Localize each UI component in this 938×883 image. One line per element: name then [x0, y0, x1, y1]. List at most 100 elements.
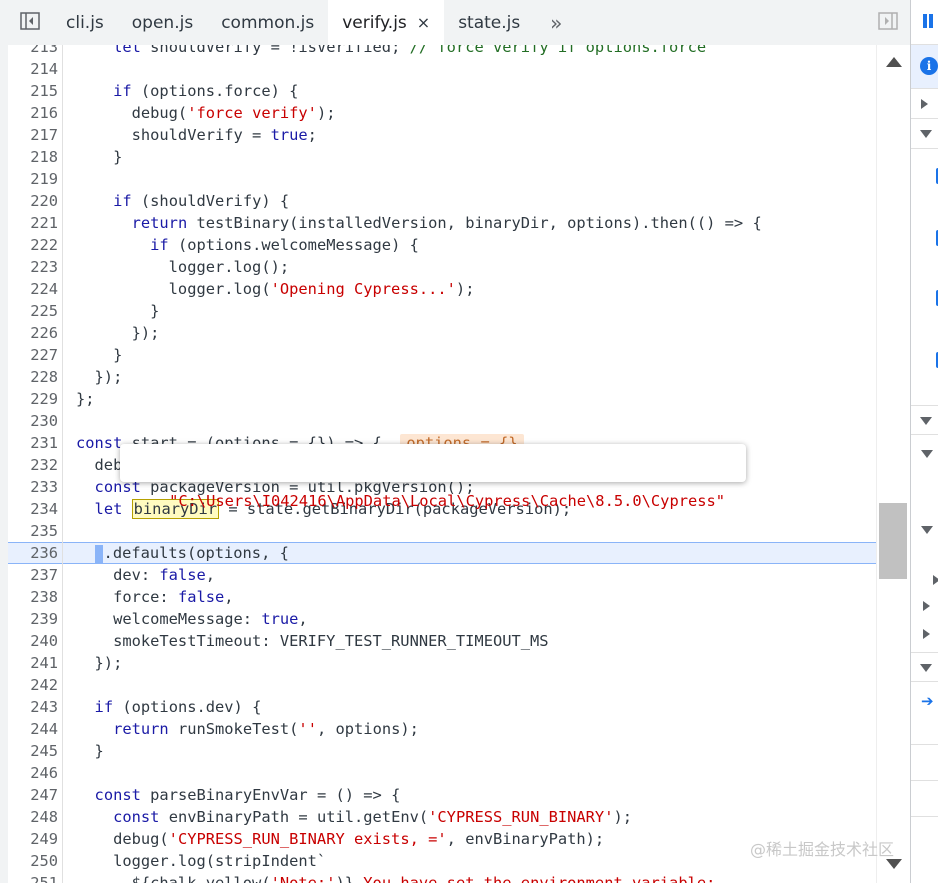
- tab-cli-js[interactable]: cli.js: [52, 0, 118, 45]
- code-line[interactable]: 251 ${chalk.yellow('Note:')} You have se…: [8, 872, 876, 883]
- line-code: };: [76, 390, 95, 408]
- line-number[interactable]: 250: [8, 850, 64, 872]
- code-line[interactable]: 243 if (options.dev) {: [8, 696, 876, 718]
- scroll-down-icon[interactable]: [886, 859, 902, 869]
- line-number[interactable]: 229: [8, 388, 64, 410]
- line-number[interactable]: 213: [8, 45, 64, 58]
- tab-state-js[interactable]: state.js: [444, 0, 534, 45]
- line-number[interactable]: 246: [8, 762, 64, 784]
- line-number[interactable]: 214: [8, 58, 64, 80]
- code-line[interactable]: 221 return testBinary(installedVersion, …: [8, 212, 876, 234]
- code-line[interactable]: 238 force: false,: [8, 586, 876, 608]
- code-line[interactable]: 230: [8, 410, 876, 432]
- line-code: logger.log();: [76, 258, 290, 276]
- watermark: @稀土掘金技术社区: [750, 840, 895, 859]
- line-number[interactable]: 234: [8, 498, 64, 520]
- section-header-scope[interactable]: [911, 405, 938, 435]
- scroll-thumb[interactable]: [879, 503, 907, 579]
- line-number[interactable]: 230: [8, 410, 64, 432]
- scroll-up-icon[interactable]: [886, 57, 902, 67]
- code-line[interactable]: 224 logger.log('Opening Cypress...');: [8, 278, 876, 300]
- line-number[interactable]: 217: [8, 124, 64, 146]
- tab-common-js[interactable]: common.js: [207, 0, 328, 45]
- code-line[interactable]: 214: [8, 58, 876, 80]
- line-number[interactable]: 222: [8, 234, 64, 256]
- line-number[interactable]: 245: [8, 740, 64, 762]
- navigator-toggle-button[interactable]: [8, 0, 52, 45]
- code-line[interactable]: 240 smokeTestTimeout: VERIFY_TEST_RUNNER…: [8, 630, 876, 652]
- line-number[interactable]: 216: [8, 102, 64, 124]
- code-line[interactable]: 247 const parseBinaryEnvVar = () => {: [8, 784, 876, 806]
- line-number[interactable]: 251: [8, 872, 64, 883]
- callstack-frame[interactable]: [911, 715, 938, 745]
- line-number[interactable]: 225: [8, 300, 64, 322]
- code-line[interactable]: 213 let shouldVerify = !isVerified; // f…: [8, 45, 876, 58]
- section-header-callstack[interactable]: [911, 652, 938, 682]
- line-number[interactable]: 219: [8, 168, 64, 190]
- line-number[interactable]: 233: [8, 476, 64, 498]
- line-number[interactable]: 241: [8, 652, 64, 674]
- code-line[interactable]: 218 }: [8, 146, 876, 168]
- editor-scrollbar[interactable]: [876, 45, 911, 883]
- chevron-down-icon: [921, 526, 933, 534]
- code-line[interactable]: 222 if (options.welcomeMessage) {: [8, 234, 876, 256]
- code-line[interactable]: 242: [8, 674, 876, 696]
- line-number[interactable]: 218: [8, 146, 64, 168]
- code-line[interactable]: 241 });: [8, 652, 876, 674]
- debugger-sidebar: i ➔: [910, 0, 938, 883]
- tab-open-js[interactable]: open.js: [118, 0, 207, 45]
- code-line[interactable]: 249 debug('CYPRESS_RUN_BINARY exists, ='…: [8, 828, 876, 850]
- section-header-threads[interactable]: [911, 89, 938, 119]
- line-number[interactable]: 239: [8, 608, 64, 630]
- chevron-down-icon: [920, 664, 932, 672]
- close-icon[interactable]: ×: [417, 13, 430, 32]
- code-line[interactable]: 250 logger.log(stripIndent`: [8, 850, 876, 872]
- pause-icon[interactable]: [923, 14, 927, 28]
- line-number[interactable]: 223: [8, 256, 64, 278]
- debugger-toggle-button[interactable]: [866, 0, 910, 45]
- code-line[interactable]: 225 }: [8, 300, 876, 322]
- callstack-frame[interactable]: [911, 745, 938, 781]
- code-line[interactable]: 226 });: [8, 322, 876, 344]
- code-line[interactable]: 227 }: [8, 344, 876, 366]
- section-header-watch[interactable]: [911, 119, 938, 149]
- line-number[interactable]: 238: [8, 586, 64, 608]
- code-line[interactable]: 237 dev: false,: [8, 564, 876, 586]
- tab-verify-js[interactable]: verify.js ×: [328, 0, 445, 45]
- line-number[interactable]: 227: [8, 344, 64, 366]
- more-tabs-button[interactable]: »: [534, 0, 578, 45]
- line-number[interactable]: 244: [8, 718, 64, 740]
- code-line[interactable]: 246: [8, 762, 876, 784]
- code-line[interactable]: 220 if (shouldVerify) {: [8, 190, 876, 212]
- line-code: shouldVerify = true;: [76, 126, 317, 144]
- code-line[interactable]: 248 const envBinaryPath = util.getEnv('C…: [8, 806, 876, 828]
- line-number[interactable]: 242: [8, 674, 64, 696]
- line-number[interactable]: 240: [8, 630, 64, 652]
- code-line[interactable]: 245 }: [8, 740, 876, 762]
- callstack-frame[interactable]: [911, 781, 938, 817]
- code-line[interactable]: 239 welcomeMessage: true,: [8, 608, 876, 630]
- line-number[interactable]: 236: [8, 543, 64, 563]
- line-number[interactable]: 249: [8, 828, 64, 850]
- line-number[interactable]: 235: [8, 520, 64, 542]
- code-line[interactable]: 223 logger.log();: [8, 256, 876, 278]
- line-number[interactable]: 215: [8, 80, 64, 102]
- code-line[interactable]: 219: [8, 168, 876, 190]
- line-number[interactable]: 220: [8, 190, 64, 212]
- code-line[interactable]: 215 if (options.force) {: [8, 80, 876, 102]
- code-line[interactable]: 216 debug('force verify');: [8, 102, 876, 124]
- code-line[interactable]: 229};: [8, 388, 876, 410]
- line-number[interactable]: 248: [8, 806, 64, 828]
- line-number[interactable]: 226: [8, 322, 64, 344]
- line-number[interactable]: 243: [8, 696, 64, 718]
- code-line[interactable]: 228 });: [8, 366, 876, 388]
- code-line[interactable]: 217 shouldVerify = true;: [8, 124, 876, 146]
- line-number[interactable]: 247: [8, 784, 64, 806]
- line-number[interactable]: 228: [8, 366, 64, 388]
- code-line[interactable]: 244 return runSmokeTest('', options);: [8, 718, 876, 740]
- line-number[interactable]: 231: [8, 432, 64, 454]
- line-number[interactable]: 232: [8, 454, 64, 476]
- line-number[interactable]: 224: [8, 278, 64, 300]
- line-number[interactable]: 237: [8, 564, 64, 586]
- line-number[interactable]: 221: [8, 212, 64, 234]
